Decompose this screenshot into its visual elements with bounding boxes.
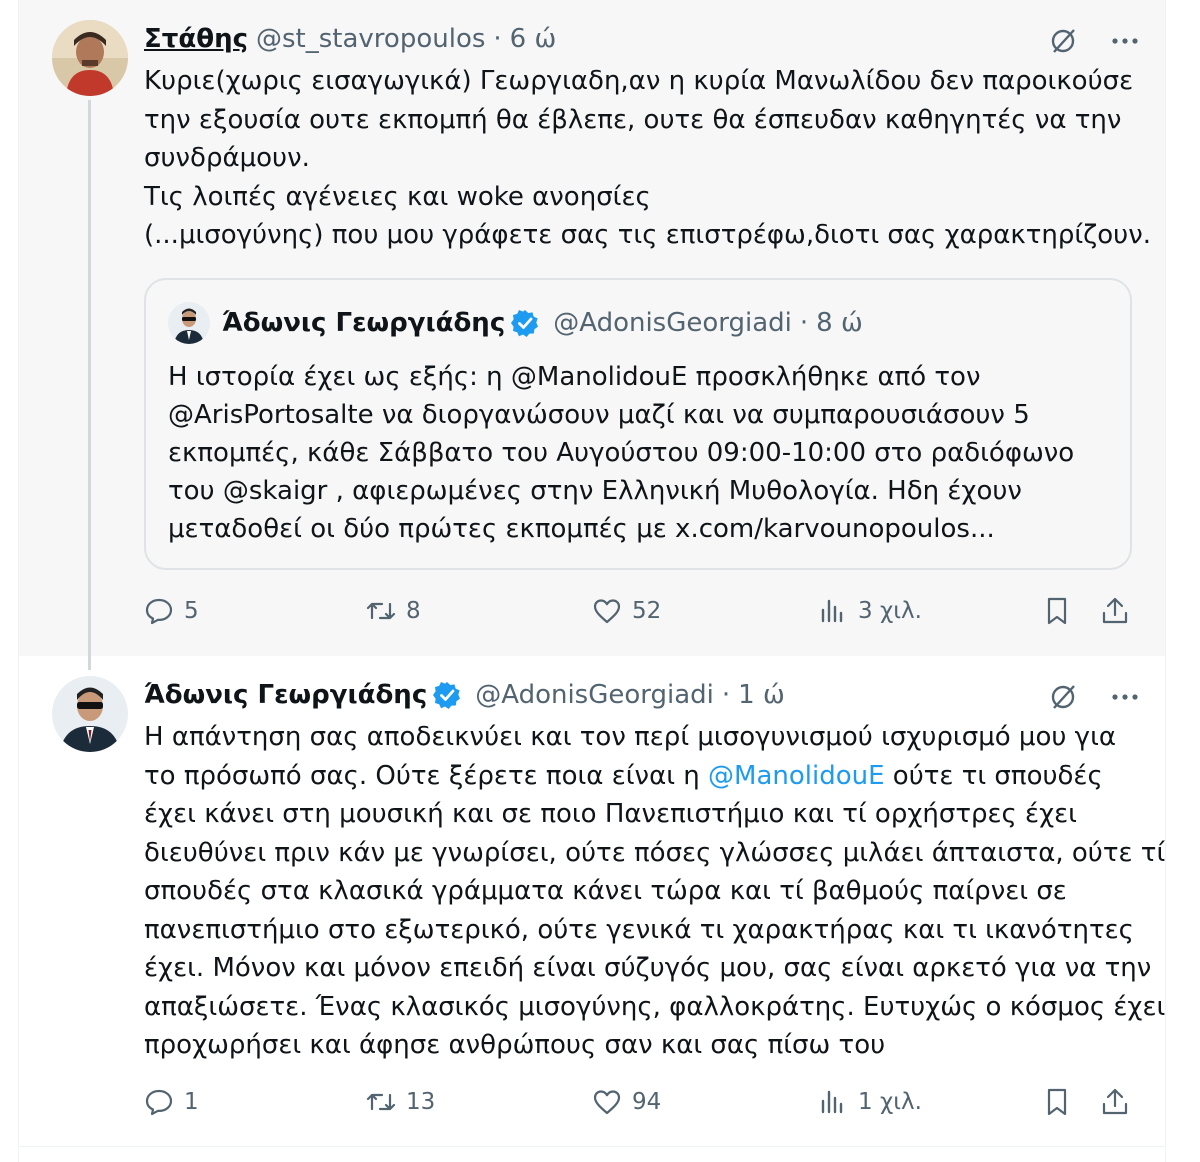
quoted-text-line: μεταδοθεί οι δύο πρώτες εκπομπές με x.co…: [168, 514, 995, 544]
tweet-text-line: (...μισογύνης) που μου γράφετε σας τις ε…: [144, 220, 1152, 250]
tweet-text-line: το πρόσωπό σας. Ούτε ξέρετε ποια είναι η…: [144, 757, 1165, 796]
like-icon: [593, 1090, 621, 1115]
bookmark-icon: [1047, 597, 1067, 625]
share-button[interactable]: [1100, 1087, 1130, 1117]
quoted-header: Άδωνις Γεωργιάδης @AdonisGeorgiadi · 8 ώ: [222, 306, 863, 340]
tweet-text-line: πανεπιστήμιο στο εξωτερικό, ούτε γενικά …: [144, 914, 1134, 945]
repost-icon: [366, 1093, 396, 1111]
tweet-text-line: σπουδές στα κλασικά γράμματα κάνει τώρα …: [144, 876, 1067, 906]
tweet-text: Κυριε(χωρις εισαγωγικά) Γεωργιαδη,αν η κ…: [144, 62, 1151, 255]
tweet-text-line: συνδράμουν.: [144, 143, 310, 173]
repost-count: 13: [406, 1089, 436, 1115]
avatar[interactable]: [52, 676, 128, 752]
views-button[interactable]: 3 χιλ.: [818, 596, 922, 626]
tweet-text-line: την εξουσία ουτε εκπομπή θα έβλεπε, ουτε…: [144, 104, 1122, 135]
grok-icon[interactable]: [1048, 682, 1078, 712]
tweet-actions: 5 8 52 3 χιλ.: [144, 596, 1134, 636]
verified-badge-icon: [433, 682, 461, 709]
avatar[interactable]: [52, 20, 128, 96]
repost-icon: [366, 602, 396, 620]
quoted-timestamp: 8 ώ: [816, 308, 863, 338]
thread-connector-line: [88, 100, 91, 670]
tweet-text-line: Τις λοιπές αγένειες και woke ανοησίες: [144, 181, 651, 212]
grok-icon[interactable]: [1048, 26, 1078, 56]
reply-count: 5: [184, 598, 199, 624]
repost-button[interactable]: 13: [366, 1087, 435, 1117]
tweet-text-line: έχει κάνει στη μουσική και σε ποιο Πανεπ…: [144, 799, 1077, 829]
separator-dot: ·: [799, 308, 809, 338]
author-handle[interactable]: @st_stavropoulos: [256, 22, 485, 56]
quoted-text-line: @ArisPortosalte να διοργανώσουν μαζί και…: [168, 400, 1030, 430]
share-button[interactable]: [1100, 596, 1130, 626]
bookmark-button[interactable]: [1042, 1087, 1072, 1117]
repost-button[interactable]: 8: [366, 596, 421, 626]
divider: [19, 1146, 1165, 1147]
tweet-actions: 1 13 94 1 χιλ.: [144, 1087, 1134, 1127]
author-name[interactable]: Άδωνις Γεωργιάδης: [144, 678, 427, 712]
timestamp[interactable]: 1 ώ: [738, 678, 785, 712]
tweet-header: Άδωνις Γεωργιάδης @AdonisGeorgiadi · 1 ώ: [144, 678, 785, 712]
repost-count: 8: [406, 598, 421, 624]
avatar-adonis-image: [168, 302, 210, 344]
quoted-text: Η ιστορία έχει ως εξής: η @ManolidouE πρ…: [168, 358, 1074, 548]
separator-dot: ·: [721, 680, 731, 710]
views-icon: [821, 1090, 843, 1114]
quoted-text-line: εκπομπές, κάθε Σάββατο του Αυγούστου 09:…: [168, 438, 1075, 468]
like-count: 52: [632, 598, 662, 624]
tweet-text-line: προχωρήσει και άφησε ανθρώπους σαν και σ…: [144, 1030, 886, 1060]
author-handle[interactable]: @AdonisGeorgiadi: [475, 678, 714, 712]
reply-icon: [145, 1089, 173, 1116]
quoted-tweet-card[interactable]: Άδωνις Γεωργιάδης @AdonisGeorgiadi · 8 ώ…: [144, 278, 1132, 570]
bookmark-icon: [1047, 1088, 1067, 1116]
bookmark-button[interactable]: [1042, 596, 1072, 626]
more-icon[interactable]: [1110, 682, 1140, 712]
reply-button[interactable]: 1: [144, 1087, 199, 1117]
tweet-text-segment: το πρόσωπό σας. Ούτε ξέρετε ποια είναι η: [144, 760, 709, 791]
like-button[interactable]: 94: [592, 1087, 661, 1117]
tweet-header: Στάθης @st_stavropoulos · 6 ώ: [144, 22, 556, 56]
author-name[interactable]: Στάθης: [144, 22, 248, 56]
quoted-author-handle: @AdonisGeorgiadi: [553, 308, 792, 338]
tweet-text-segment: ούτε τι σπουδές: [884, 760, 1103, 791]
tweet-text-line: Κυριε(χωρις εισαγωγικά) Γεωργιαδη,αν η κ…: [144, 66, 1134, 96]
views-count: 1 χιλ.: [858, 1089, 922, 1115]
tweet-text-line: έχει. Μόνον και μόνον επειδή είναι σύζυγ…: [144, 953, 1152, 983]
tweet-text-line: απαξιώσετε. Ένας κλασικός μισογύνης, φαλ…: [144, 991, 1166, 1022]
share-icon: [1102, 597, 1128, 624]
timestamp[interactable]: 6 ώ: [510, 22, 557, 56]
reply-button[interactable]: 5: [144, 596, 199, 626]
quoted-text-line: του @skaigr , αφιερωμένες στην Ελληνική …: [168, 476, 1022, 506]
views-button[interactable]: 1 χιλ.: [818, 1087, 922, 1117]
tweet-text-line: διευθύνει πριν κάν με γνωρίσει, ούτε πόσ…: [144, 837, 1166, 868]
tweet-top-actions: [1048, 682, 1140, 712]
avatar-adonis-image: [52, 676, 128, 752]
reply-count: 1: [184, 1089, 199, 1115]
share-icon: [1102, 1088, 1128, 1115]
reply-icon: [145, 598, 173, 625]
mention-link[interactable]: @ManolidouE: [708, 761, 885, 791]
more-icon[interactable]: [1110, 26, 1140, 56]
tweet-top-actions: [1048, 26, 1140, 56]
avatar-stathis-image: [52, 20, 128, 96]
tweet-text: Η απάντηση σας αποδεικνύει και τον περί …: [144, 718, 1165, 1065]
tweet-text-line: Η απάντηση σας αποδεικνύει και τον περί …: [144, 722, 1117, 752]
like-icon: [593, 599, 621, 624]
separator-dot: ·: [493, 24, 502, 54]
like-button[interactable]: 52: [592, 596, 661, 626]
views-icon: [821, 599, 843, 623]
quoted-author-name: Άδωνις Γεωργιάδης: [222, 308, 506, 338]
like-count: 94: [632, 1089, 662, 1115]
verified-badge-icon: [511, 310, 539, 337]
quoted-avatar: [168, 302, 210, 344]
quoted-text-line: Η ιστορία έχει ως εξής: η @ManolidouE πρ…: [168, 362, 981, 392]
views-count: 3 χιλ.: [858, 598, 922, 624]
